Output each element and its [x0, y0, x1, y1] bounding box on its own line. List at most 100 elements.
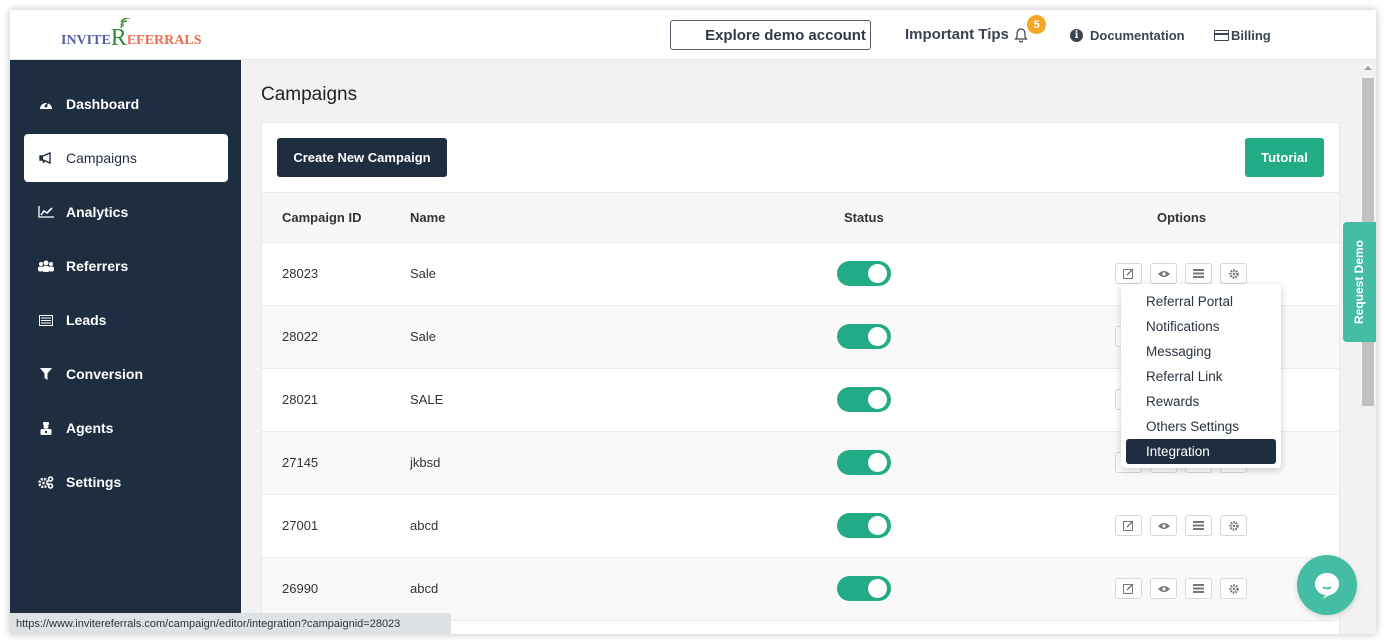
list-button[interactable]: [1185, 578, 1212, 599]
status-toggle[interactable]: [837, 513, 891, 538]
agent-icon: [38, 421, 54, 435]
menu-item-referral-portal[interactable]: Referral Portal: [1126, 289, 1276, 314]
request-demo-tab[interactable]: Request Demo: [1343, 222, 1376, 342]
sidebar-item-dashboard[interactable]: Dashboard: [24, 80, 228, 128]
edit-icon: [1123, 268, 1134, 279]
top-header: INVITE R EFERRALS Explore demo account I…: [10, 10, 1376, 60]
menu-item-notifications[interactable]: Notifications: [1126, 314, 1276, 339]
campaign-id-cell: 26990: [282, 581, 319, 596]
users-icon: [38, 259, 54, 273]
status-toggle[interactable]: [837, 387, 891, 412]
status-toggle[interactable]: [837, 324, 891, 349]
settings-button[interactable]: [1220, 515, 1247, 536]
request-demo-label: Request Demo: [1352, 239, 1367, 325]
list-details-icon: [1193, 269, 1204, 278]
column-header-name[interactable]: Name: [410, 210, 445, 225]
menu-item-integration[interactable]: Integration: [1126, 439, 1276, 464]
edit-button[interactable]: [1115, 515, 1142, 536]
view-button[interactable]: [1150, 515, 1177, 536]
sidebar-item-label: Dashboard: [66, 96, 140, 112]
logo-text-r: R: [111, 18, 130, 50]
scroll-up-arrow-icon[interactable]: [1364, 66, 1372, 70]
campaign-name-cell: Sale: [410, 329, 437, 344]
sidebar-item-label: Referrers: [66, 258, 129, 274]
create-new-campaign-button[interactable]: Create New Campaign: [277, 138, 447, 177]
billing-label: Billing: [1231, 28, 1271, 43]
sidebar-item-analytics[interactable]: Analytics: [24, 188, 228, 236]
menu-item-messaging[interactable]: Messaging: [1126, 339, 1276, 364]
row-options: [1115, 515, 1247, 536]
explore-demo-button[interactable]: Explore demo account: [670, 20, 871, 50]
eye-icon: [1157, 522, 1170, 529]
gear-icon: [1228, 268, 1239, 279]
campaign-name-cell: abcd: [410, 581, 439, 596]
campaign-name-cell: SALE: [410, 392, 444, 407]
gears-icon: [38, 475, 54, 489]
sidebar-item-referrers[interactable]: Referrers: [24, 242, 228, 290]
settings-button[interactable]: [1220, 263, 1247, 284]
edit-icon: [1123, 520, 1134, 531]
important-tips-link[interactable]: Important Tips: [905, 26, 1029, 43]
sidebar-item-campaigns[interactable]: Campaigns: [24, 134, 228, 182]
column-header-status[interactable]: Status: [844, 210, 884, 225]
invite-referrals-logo[interactable]: INVITE R EFERRALS: [61, 18, 202, 50]
notification-badge: 5: [1027, 15, 1046, 34]
logo-text-eferrals: EFERRALS: [126, 33, 202, 48]
bell-icon: [1014, 27, 1028, 43]
settings-button[interactable]: [1220, 578, 1247, 599]
sidebar-item-leads[interactable]: Leads: [24, 296, 228, 344]
billing-link[interactable]: Billing: [1214, 28, 1271, 43]
campaign-name-cell: Sale: [410, 266, 437, 281]
tutorial-button-label: Tutorial: [1261, 150, 1308, 165]
table-row: 27001 abcd: [262, 495, 1339, 558]
table-header: Campaign ID Name Status Options: [262, 192, 1339, 243]
explore-demo-label: Explore demo account: [705, 26, 866, 44]
status-bar-url: https://www.invitereferrals.com/campaign…: [10, 613, 451, 634]
edit-button[interactable]: [1115, 263, 1142, 284]
sidebar-item-conversion[interactable]: Conversion: [24, 350, 228, 398]
sidebar-item-settings[interactable]: Settings: [24, 458, 228, 506]
sidebar-item-label: Leads: [66, 312, 107, 328]
menu-item-rewards[interactable]: Rewards: [1126, 389, 1276, 414]
filter-icon: [38, 367, 54, 381]
documentation-link[interactable]: i Documentation: [1070, 28, 1185, 43]
status-toggle[interactable]: [837, 261, 891, 286]
menu-item-referral-link[interactable]: Referral Link: [1126, 364, 1276, 389]
campaign-id-cell: 27001: [282, 518, 319, 533]
campaign-id-cell: 28022: [282, 329, 319, 344]
campaign-id-cell: 28023: [282, 266, 319, 281]
info-icon: i: [1070, 29, 1083, 42]
sidebar-item-label: Agents: [66, 420, 114, 436]
line-chart-icon: [38, 205, 54, 219]
view-button[interactable]: [1150, 263, 1177, 284]
sidebar-item-label: Conversion: [66, 366, 144, 382]
signal-icon: [120, 18, 130, 29]
important-tips-label: Important Tips: [905, 26, 1009, 43]
sidebar-item-label: Analytics: [66, 204, 129, 220]
column-header-campaign-id[interactable]: Campaign ID: [282, 210, 361, 225]
page-scrollbar[interactable]: [1360, 60, 1376, 634]
sidebar-item-agents[interactable]: Agents: [24, 404, 228, 452]
row-options: [1115, 263, 1247, 284]
column-header-options[interactable]: Options: [1157, 210, 1206, 225]
edit-button[interactable]: [1115, 578, 1142, 599]
list-button[interactable]: [1185, 263, 1212, 284]
status-toggle[interactable]: [837, 450, 891, 475]
sidebar-item-label: Settings: [66, 474, 122, 490]
megaphone-icon: [38, 151, 54, 165]
edit-icon: [1123, 583, 1134, 594]
list-button[interactable]: [1185, 515, 1212, 536]
tutorial-button[interactable]: Tutorial: [1245, 138, 1324, 177]
campaign-id-cell: 27145: [282, 455, 319, 470]
app-window: INVITE R EFERRALS Explore demo account I…: [10, 10, 1376, 634]
view-button[interactable]: [1150, 578, 1177, 599]
menu-item-others-settings[interactable]: Others Settings: [1126, 414, 1276, 439]
options-dropdown-menu: Referral Portal Notifications Messaging …: [1121, 284, 1281, 468]
chat-widget-button[interactable]: [1297, 555, 1357, 615]
row-options: [1115, 578, 1247, 599]
sidebar-item-label: Campaigns: [66, 150, 137, 166]
credit-card-icon: [1214, 30, 1229, 41]
campaign-name-cell: abcd: [410, 518, 439, 533]
campaign-name-cell: jkbsd: [410, 455, 441, 470]
status-toggle[interactable]: [837, 576, 891, 601]
